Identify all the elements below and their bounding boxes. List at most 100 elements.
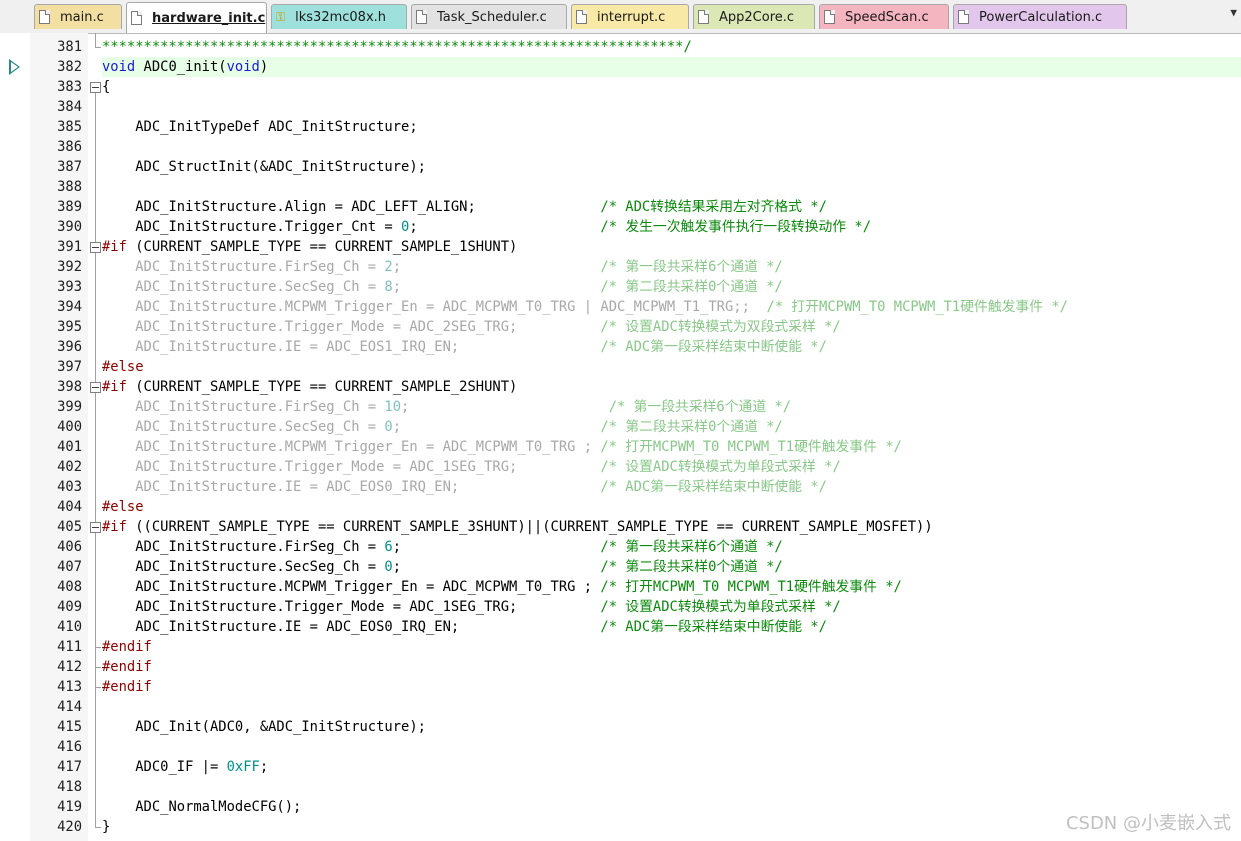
tab-lks32mc08x-h[interactable]: ⚿ lks32mc08x.h	[271, 4, 407, 29]
fold-toggle-icon[interactable]	[90, 382, 101, 393]
code-token: /* 打开MCPWM_T0 MCPWM_T1硬件触发事件 */	[766, 299, 1068, 315]
code-line[interactable]: ADC_NormalModeCFG();	[102, 797, 301, 817]
code-line[interactable]: #if ((CURRENT_SAMPLE_TYPE == CURRENT_SAM…	[102, 517, 933, 537]
code-token: 0	[384, 559, 393, 575]
line-number: 418	[57, 779, 82, 795]
line-number: 393	[57, 279, 82, 295]
tab-hardware-init-c[interactable]: hardware_init.c	[126, 2, 267, 33]
fold-toggle-icon[interactable]	[90, 242, 101, 253]
code-token: void	[226, 59, 260, 75]
breakpoint-gutter[interactable]	[0, 33, 31, 841]
code-line[interactable]: ADC_InitTypeDef ADC_InitStructure;	[102, 117, 417, 137]
line-number: 407	[57, 559, 82, 575]
code-line[interactable]: ADC_InitStructure.MCPWM_Trigger_En = ADC…	[102, 437, 902, 457]
line-number: 406	[57, 539, 82, 555]
code-line[interactable]: ADC_InitStructure.SecSeg_Ch = 0; /* 第二段共…	[102, 417, 783, 437]
file-icon	[39, 10, 50, 24]
line-number: 388	[57, 179, 82, 195]
line-number: 396	[57, 339, 82, 355]
code-line[interactable]: ADC_InitStructure.FirSeg_Ch = 2; /* 第一段共…	[102, 257, 783, 277]
code-line[interactable]: ADC_InitStructure.SecSeg_Ch = 0; /* 第二段共…	[102, 557, 783, 577]
code-line[interactable]: ****************************************…	[102, 37, 692, 57]
code-line[interactable]: {	[102, 77, 110, 97]
code-line[interactable]: ADC_InitStructure.IE = ADC_EOS0_IRQ_EN; …	[102, 477, 827, 497]
code-line[interactable]: ADC_InitStructure.IE = ADC_EOS1_IRQ_EN; …	[102, 337, 827, 357]
code-token: /* 第二段共采样0个通道 */	[600, 559, 783, 575]
line-number-gutter[interactable]: 381 382 383 384 385 386 387 388 389 390 391 392 393 3…	[30, 33, 88, 841]
code-token: ADC_InitStructure.Trigger_Mode = ADC_2SE…	[102, 319, 601, 335]
code-line[interactable]: ADC_InitStructure.MCPWM_Trigger_En = ADC…	[102, 577, 902, 597]
code-line[interactable]: #else	[102, 357, 144, 377]
code-token: /* 第二段共采样0个通道 */	[600, 279, 783, 295]
current-line-arrow-icon	[9, 59, 20, 75]
code-token: #if	[102, 239, 127, 255]
code-token: 10	[384, 399, 402, 415]
code-line[interactable]: ADC_StructInit(&ADC_InitStructure);	[102, 157, 426, 177]
tab-app2core-c[interactable]: App2Core.c	[693, 4, 815, 29]
code-line[interactable]: ADC_InitStructure.Align = ADC_LEFT_ALIGN…	[102, 197, 827, 217]
line-number: 383	[57, 79, 82, 95]
line-number: 402	[57, 459, 82, 475]
tab-label: Task_Scheduler.c	[437, 9, 547, 25]
code-token: (CURRENT_SAMPLE_TYPE == CURRENT_SAMPLE_1…	[126, 239, 518, 255]
code-line[interactable]: #endif	[102, 677, 152, 697]
code-token: )	[259, 59, 269, 75]
code-token: 6	[384, 539, 393, 555]
code-line[interactable]: ADC_InitStructure.FirSeg_Ch = 6; /* 第一段共…	[102, 537, 783, 557]
line-number: 384	[57, 99, 82, 115]
tab-interrupt-c[interactable]: interrupt.c	[571, 4, 689, 29]
code-line[interactable]: #else	[102, 497, 144, 517]
code-line[interactable]: ADC_InitStructure.Trigger_Mode = ADC_1SE…	[102, 457, 841, 477]
fold-toggle-icon[interactable]	[90, 522, 101, 533]
code-line[interactable]: ADC_InitStructure.FirSeg_Ch = 10; /* 第一段…	[102, 397, 791, 417]
code-line[interactable]: void ADC0_init(void)	[102, 57, 268, 77]
code-token: ADC_NormalModeCFG();	[102, 799, 302, 815]
key-icon: ⚿	[276, 9, 286, 24]
code-line[interactable]: #endif	[102, 637, 152, 657]
tab-speedscan-c[interactable]: SpeedScan.c	[819, 4, 949, 29]
tab-task-scheduler-c[interactable]: Task_Scheduler.c	[411, 4, 567, 29]
tab-label: main.c	[60, 9, 104, 25]
code-line[interactable]: #if (CURRENT_SAMPLE_TYPE == CURRENT_SAMP…	[102, 237, 517, 257]
code-line[interactable]: ADC_InitStructure.Trigger_Mode = ADC_2SE…	[102, 317, 841, 337]
code-editor[interactable]: ****************************************…	[102, 33, 1241, 841]
tab-label: PowerCalculation.c	[979, 9, 1103, 25]
code-line[interactable]: ADC0_IF |= 0xFF;	[102, 757, 268, 777]
code-token: (CURRENT_SAMPLE_TYPE == CURRENT_SAMPLE_2…	[126, 379, 518, 395]
fold-toggle-icon[interactable]	[90, 82, 101, 93]
code-token: 8	[384, 279, 393, 295]
code-line[interactable]: #endif	[102, 657, 152, 677]
code-token: ;	[409, 219, 601, 235]
tab-powercalculation-c[interactable]: PowerCalculation.c	[953, 4, 1127, 29]
code-token: #endif	[102, 639, 152, 655]
code-token: ;	[401, 399, 609, 415]
code-token: ;	[392, 559, 601, 575]
fold-guide-line	[95, 33, 96, 47]
code-token: ADC_InitStructure.FirSeg_Ch =	[102, 539, 385, 555]
line-number: 409	[57, 599, 82, 615]
file-icon	[131, 11, 142, 25]
code-line[interactable]: ADC_InitStructure.Trigger_Cnt = 0; /* 发生…	[102, 217, 871, 237]
code-line[interactable]: ADC_InitStructure.MCPWM_Trigger_En = ADC…	[102, 297, 1068, 317]
line-number: 412	[57, 659, 82, 675]
line-number: 386	[57, 139, 82, 155]
code-token: ;	[392, 259, 601, 275]
code-token: #else	[102, 499, 144, 515]
line-number: 392	[57, 259, 82, 275]
file-icon	[958, 10, 969, 24]
code-folding-gutter[interactable]	[88, 33, 102, 841]
code-line[interactable]: ADC_Init(ADC0, &ADC_InitStructure);	[102, 717, 426, 737]
code-line[interactable]: ADC_InitStructure.IE = ADC_EOS0_IRQ_EN; …	[102, 617, 827, 637]
line-number: 413	[57, 679, 82, 695]
code-token: /* 设置ADC转换模式为单段式采样 */	[600, 599, 841, 615]
tab-overflow-chevron-icon[interactable]: ▼	[1230, 6, 1237, 19]
code-token: ADC_InitStructure.SecSeg_Ch =	[102, 559, 385, 575]
tab-main-c[interactable]: main.c	[34, 4, 122, 29]
code-line[interactable]: }	[102, 817, 110, 837]
code-line[interactable]: ADC_InitStructure.Trigger_Mode = ADC_1SE…	[102, 597, 841, 617]
code-token: /* 打开MCPWM_T0 MCPWM_T1硬件触发事件 */	[600, 439, 902, 455]
code-token: 2	[384, 259, 393, 275]
code-line[interactable]: #if (CURRENT_SAMPLE_TYPE == CURRENT_SAMP…	[102, 377, 517, 397]
line-number: 416	[57, 739, 82, 755]
code-line[interactable]: ADC_InitStructure.SecSeg_Ch = 8; /* 第二段共…	[102, 277, 783, 297]
